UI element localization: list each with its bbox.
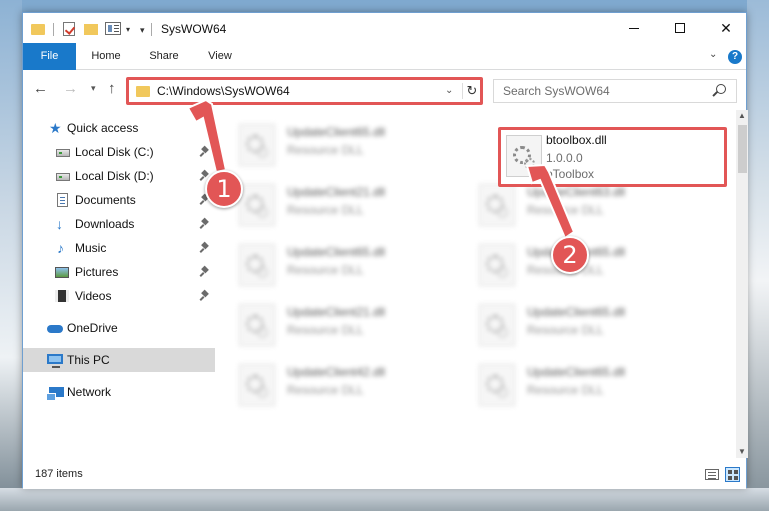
expand-ribbon-icon[interactable]: ⌄ (709, 49, 717, 60)
pin-icon[interactable] (201, 243, 209, 253)
window-title: SysWOW64 (161, 22, 227, 36)
folder-icon (31, 24, 45, 35)
dll-file-icon (506, 135, 542, 177)
recent-locations-icon[interactable]: ▾ (91, 83, 96, 94)
file-explorer-window: ▾ ▾ SysWOW64 ✕ File Home Share View ⌄ ? … (22, 12, 748, 489)
sidebar-item-music[interactable]: ♪ Music (23, 236, 215, 260)
toolbar-separator (53, 23, 54, 36)
pictures-icon (55, 267, 69, 278)
minimize-button[interactable] (611, 13, 657, 43)
quick-access-dropdown-icon[interactable]: ▾ (126, 25, 130, 34)
sidebar-item-downloads[interactable]: ↓ Downloads (23, 212, 215, 236)
file-item[interactable]: UpdateClient21.dll Resource DLL (215, 178, 445, 234)
maximize-button[interactable] (657, 13, 703, 43)
desktop-background-bottom (0, 488, 769, 511)
pin-icon[interactable] (201, 291, 209, 301)
new-folder-icon[interactable] (84, 24, 98, 35)
drive-icon (56, 173, 70, 181)
file-item[interactable]: UpdateClient65.dll Resource DLL (215, 118, 445, 174)
vertical-scrollbar[interactable]: ▲ ▼ (736, 110, 748, 458)
minimize-icon (629, 27, 639, 29)
sidebar-item-quick-access[interactable]: ★ Quick access (23, 116, 215, 140)
maximize-icon (675, 23, 685, 33)
tab-view[interactable]: View (197, 43, 243, 70)
dll-file-icon (239, 304, 275, 346)
videos-icon (55, 290, 69, 302)
sidebar-item-documents[interactable]: Documents (23, 188, 215, 212)
sidebar-item-onedrive[interactable]: OneDrive (23, 316, 215, 340)
dll-file-icon (239, 124, 275, 166)
sidebar-item-local-disk-d[interactable]: Local Disk (D:) (23, 164, 215, 188)
dll-file-icon (239, 184, 275, 226)
address-path[interactable]: C:\Windows\SysWOW64 (157, 84, 290, 98)
sidebar-item-network[interactable]: Network (23, 380, 215, 404)
network-icon (46, 387, 64, 401)
sidebar-item-videos[interactable]: Videos (23, 284, 215, 308)
address-dropdown-icon[interactable]: ⌄ (445, 85, 453, 96)
tab-home[interactable]: Home (82, 43, 130, 70)
desktop-background-left (0, 0, 22, 511)
scroll-thumb[interactable] (738, 125, 747, 173)
help-button[interactable]: ? (728, 50, 742, 64)
dll-file-icon (479, 304, 515, 346)
file-item[interactable]: UpdateClient42.dll Resource DLL (215, 358, 445, 414)
search-input[interactable]: Search SysWOW64 (493, 79, 737, 103)
customize-arrow-icon[interactable]: ▾ (140, 25, 145, 36)
dll-file-icon (239, 244, 275, 286)
status-bar: 187 items (23, 458, 746, 489)
forward-arrow-icon[interactable]: → (63, 80, 78, 97)
details-view-icon[interactable] (705, 469, 719, 480)
step-1-badge: 1 (205, 170, 243, 208)
navigation-bar: ← → ▾ ↑ C:\Windows\SysWOW64 ⌄ ↻ Search S… (23, 70, 746, 110)
file-item[interactable]: UpdateClient65.dll Resource DLL (455, 358, 685, 414)
toolbar-separator (151, 23, 152, 36)
scroll-down-icon[interactable]: ▼ (736, 446, 748, 458)
sidebar-item-pictures[interactable]: Pictures (23, 260, 215, 284)
dll-file-icon (479, 364, 515, 406)
star-icon: ★ (49, 120, 62, 136)
properties-check-icon[interactable] (63, 22, 75, 36)
desktop-background-right (747, 0, 769, 511)
address-bar[interactable]: C:\Windows\SysWOW64 ⌄ ↻ (128, 79, 481, 103)
item-count: 187 items (35, 468, 83, 480)
file-item[interactable]: UpdateClient65.dll Resource DLL (215, 238, 445, 294)
up-arrow-icon[interactable]: ↑ (108, 80, 116, 97)
dll-file-icon (479, 184, 515, 226)
file-item[interactable]: UpdateClient65.dll Resource DLL (455, 298, 685, 354)
refresh-icon[interactable]: ↻ (462, 83, 481, 99)
step-2-badge: 2 (551, 236, 589, 274)
music-icon: ♪ (57, 240, 64, 256)
pin-icon[interactable] (201, 147, 209, 157)
tab-file[interactable]: File (23, 43, 76, 70)
file-list: UpdateClient65.dll Resource DLL UpdateCl… (215, 110, 736, 458)
back-arrow-icon[interactable]: ← (33, 80, 48, 97)
folder-icon (136, 86, 150, 97)
title-bar: ▾ ▾ SysWOW64 ✕ (23, 13, 746, 43)
large-icons-view-icon[interactable] (725, 467, 740, 482)
navigation-pane: ★ Quick access Local Disk (C:) Local Dis… (23, 110, 215, 458)
search-icon[interactable] (716, 84, 726, 94)
dll-file-icon (239, 364, 275, 406)
scroll-up-icon[interactable]: ▲ (736, 110, 748, 122)
sidebar-item-this-pc[interactable]: This PC (23, 348, 215, 372)
download-icon: ↓ (56, 216, 63, 232)
file-item[interactable]: UpdateClient21.dll Resource DLL (215, 298, 445, 354)
rename-icon[interactable] (105, 22, 121, 35)
close-button[interactable]: ✕ (703, 13, 749, 43)
dll-file-icon (479, 244, 515, 286)
ribbon-tabs: File Home Share View ⌄ ? (23, 43, 746, 70)
onedrive-icon (47, 325, 63, 333)
file-description: bToolbox (546, 167, 595, 181)
pin-icon[interactable] (201, 267, 209, 277)
documents-icon (57, 193, 68, 207)
file-version: 1.0.0.0 (546, 151, 583, 165)
file-item-btoolbox-dll[interactable]: btoolbox.dll 1.0.0.0 bToolbox (498, 127, 727, 187)
tab-share[interactable]: Share (140, 43, 188, 70)
pin-icon[interactable] (201, 219, 209, 229)
sidebar-item-local-disk-c[interactable]: Local Disk (C:) (23, 140, 215, 164)
search-placeholder: Search SysWOW64 (503, 84, 610, 98)
file-name: btoolbox.dll (546, 133, 607, 147)
drive-icon (56, 149, 70, 157)
pc-icon (47, 354, 63, 368)
